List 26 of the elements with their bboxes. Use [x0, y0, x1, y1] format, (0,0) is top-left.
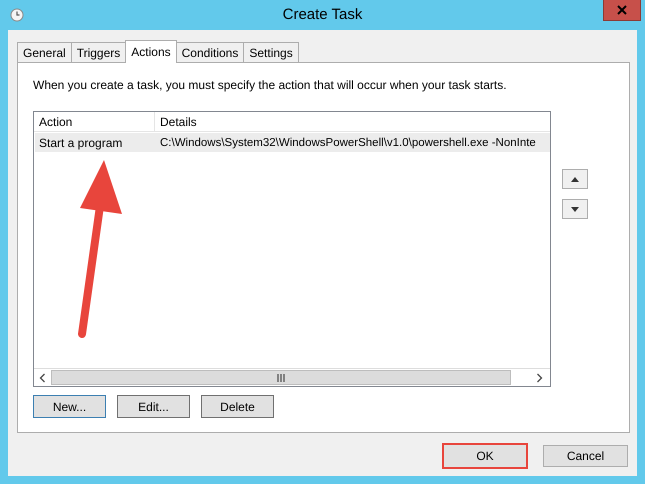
- action-button[interactable]: Edit...: [117, 395, 190, 418]
- action-button[interactable]: New...: [33, 395, 106, 418]
- move-up-button[interactable]: [562, 169, 588, 189]
- scroll-thumb[interactable]: [51, 370, 511, 385]
- close-button[interactable]: [603, 0, 641, 21]
- tab[interactable]: Triggers: [70, 42, 126, 62]
- tab[interactable]: Settings: [243, 42, 299, 62]
- triangle-down-icon: [571, 206, 579, 212]
- tab[interactable]: General: [17, 42, 72, 62]
- grip-icon: [277, 374, 285, 382]
- dialog-button[interactable]: OK: [442, 443, 528, 469]
- tab[interactable]: Actions: [125, 40, 177, 63]
- table-row[interactable]: Start a program C:\Windows\System32\WindowsPowerShell\v1.0\powershell.exe -NonInte: [35, 133, 550, 152]
- close-icon: [617, 5, 627, 15]
- clock-icon: [10, 8, 24, 22]
- window-title: Create Task: [282, 6, 362, 23]
- description-text: When you create a task, you must specify the action that will occur when your task starts.: [33, 78, 508, 94]
- column-header[interactable]: Action: [34, 112, 155, 131]
- triangle-up-icon: [571, 176, 579, 182]
- table-cell-text: Start a program: [38, 136, 124, 150]
- dialog-button[interactable]: Cancel: [543, 445, 628, 467]
- horizontal-scrollbar[interactable]: [34, 368, 550, 386]
- table-cell-text: C:\Windows\System32\WindowsPowerShell\v1.0\powershell.exe -NonInte: [159, 136, 536, 148]
- column-header[interactable]: Details: [155, 112, 550, 131]
- move-down-button[interactable]: [562, 199, 588, 219]
- action-button[interactable]: Delete: [201, 395, 274, 418]
